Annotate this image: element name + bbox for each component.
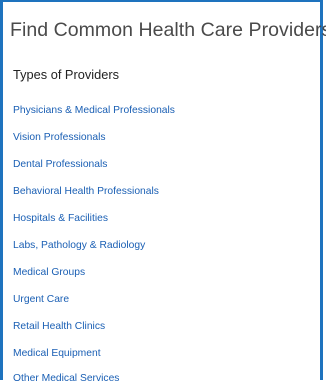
link-retail-health-clinics[interactable]: Retail Health Clinics bbox=[13, 321, 105, 332]
link-dental-professionals[interactable]: Dental Professionals bbox=[13, 159, 107, 170]
list-item: Behavioral Health Professionals bbox=[13, 182, 159, 198]
list-item: Retail Health Clinics bbox=[13, 317, 105, 333]
link-behavioral-health-professionals[interactable]: Behavioral Health Professionals bbox=[13, 186, 159, 197]
list-item: Dental Professionals bbox=[13, 155, 107, 171]
list-item: Labs, Pathology & Radiology bbox=[13, 236, 145, 252]
link-urgent-care[interactable]: Urgent Care bbox=[13, 294, 69, 305]
link-other-medical-services[interactable]: Other Medical Services bbox=[13, 373, 119, 384]
list-item: Physicians & Medical Professionals bbox=[13, 101, 175, 117]
panel-title: Find Common Health Care Providers bbox=[10, 19, 326, 41]
list-item: Urgent Care bbox=[13, 290, 69, 306]
link-medical-equipment[interactable]: Medical Equipment bbox=[13, 348, 101, 359]
link-labs-pathology-radiology[interactable]: Labs, Pathology & Radiology bbox=[13, 240, 145, 251]
section-heading-types-of-providers: Types of Providers bbox=[13, 67, 119, 82]
link-vision-professionals[interactable]: Vision Professionals bbox=[13, 132, 106, 143]
list-item: Medical Groups bbox=[13, 263, 85, 279]
list-item: Hospitals & Facilities bbox=[13, 209, 108, 225]
provider-finder-panel: Find Common Health Care Providers Types … bbox=[0, 0, 326, 384]
link-hospitals-facilities[interactable]: Hospitals & Facilities bbox=[13, 213, 108, 224]
list-item: Other Medical Services bbox=[13, 369, 119, 385]
list-item: Medical Equipment bbox=[13, 344, 101, 360]
list-item: Vision Professionals bbox=[13, 128, 106, 144]
link-physicians-medical-professionals[interactable]: Physicians & Medical Professionals bbox=[13, 105, 175, 116]
link-medical-groups[interactable]: Medical Groups bbox=[13, 267, 85, 278]
